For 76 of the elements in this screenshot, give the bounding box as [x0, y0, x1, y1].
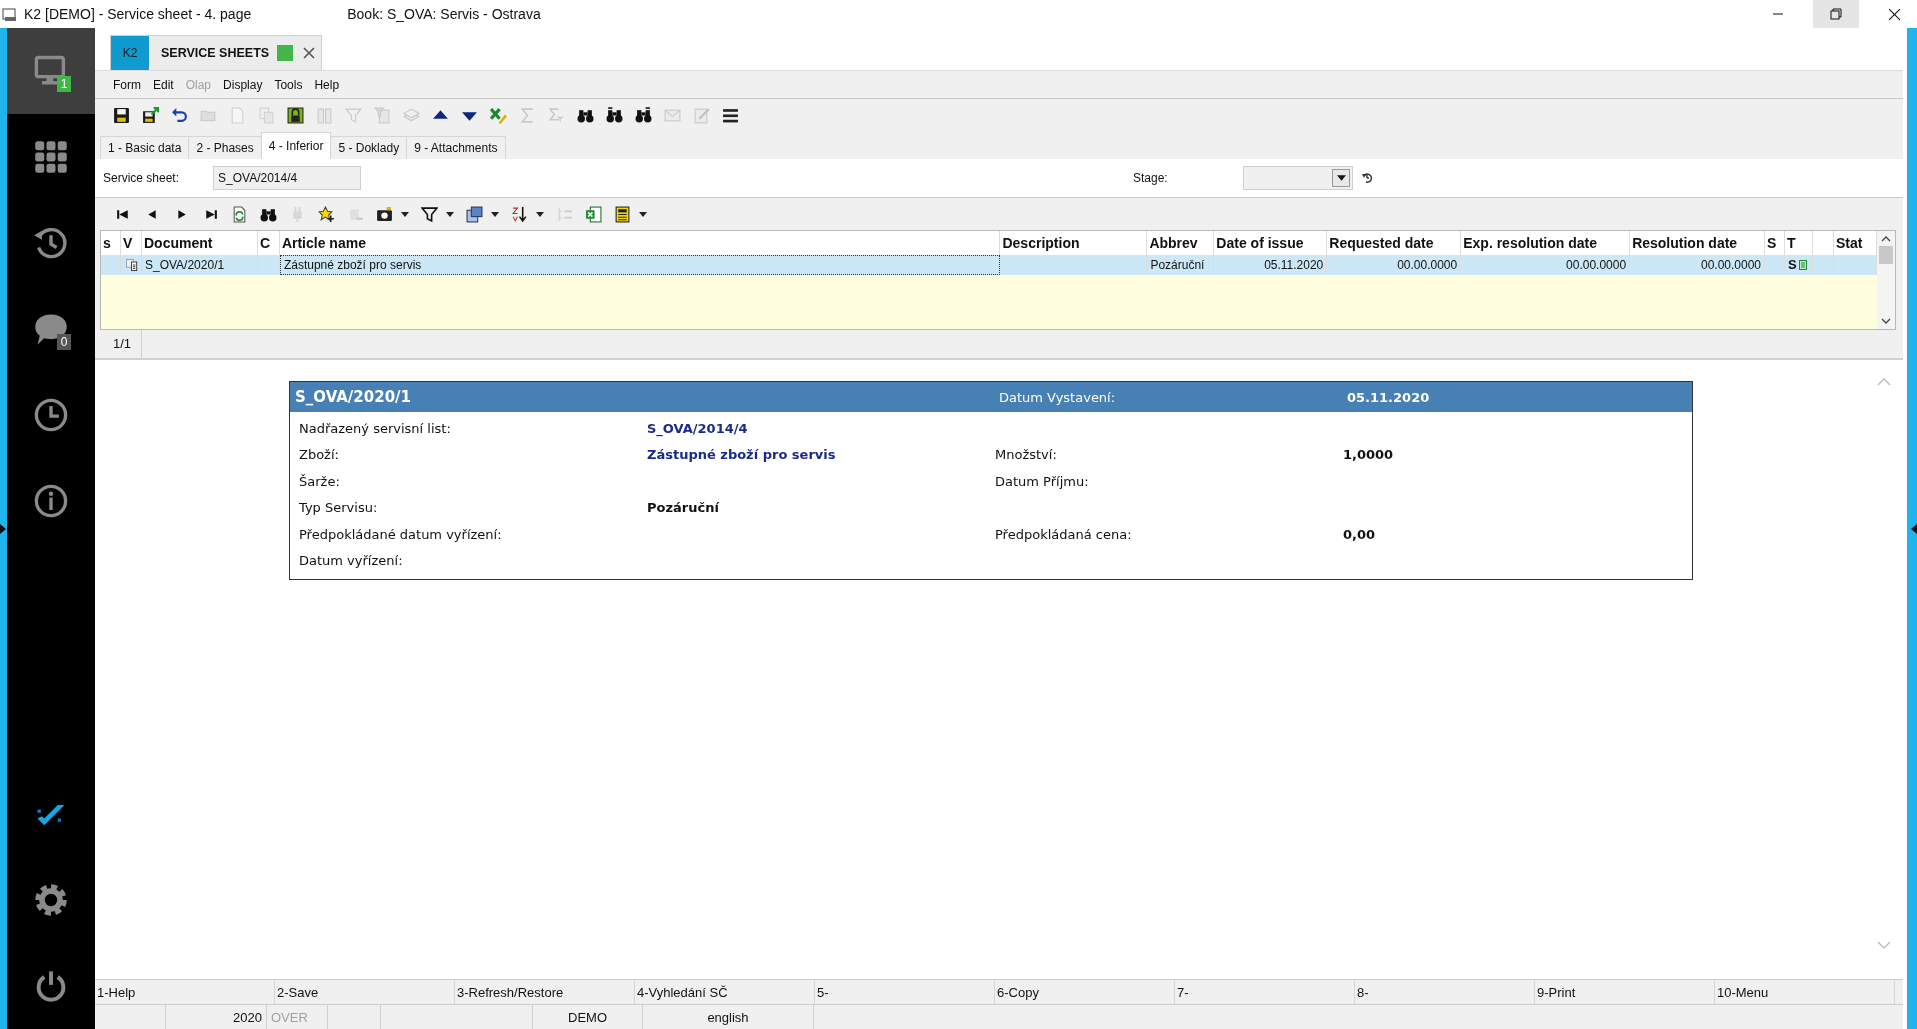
caret-icon[interactable]: [491, 211, 499, 217]
document-tab[interactable]: K2 SERVICE SHEETS: [110, 35, 323, 70]
caret-icon[interactable]: [446, 211, 454, 217]
tab[interactable]: 1 - Basic data: [100, 136, 190, 159]
caret-icon[interactable]: [401, 211, 409, 217]
book-title: Book: S_OVA: Servis - Ostrava: [347, 6, 541, 22]
history-icon: [33, 225, 69, 261]
menu-item[interactable]: Edit: [147, 77, 180, 92]
function-key[interactable]: 3-Refresh/Restore: [455, 980, 635, 1004]
function-key[interactable]: 1-Help: [95, 980, 275, 1004]
close-icon[interactable]: [303, 47, 316, 59]
sidebar-item[interactable]: 0: [7, 286, 95, 372]
menu-item[interactable]: Form: [107, 77, 147, 92]
collapse-arrow-icon[interactable]: [1911, 524, 1917, 534]
menu-item[interactable]: Help: [308, 77, 346, 92]
function-key[interactable]: 2-Save: [275, 980, 455, 1004]
field-label: Předpokládané datum vyřízení:: [299, 526, 502, 542]
function-key[interactable]: 9-Print: [1535, 980, 1715, 1004]
field-label: Service sheet:: [103, 171, 181, 185]
document-icon: [126, 258, 138, 272]
badge: 0: [57, 334, 71, 350]
window-title: K2 [DEMO] - Service sheet - 4. page: [24, 6, 252, 22]
function-key[interactable]: 10-Menu: [1715, 980, 1895, 1004]
info-icon: [33, 483, 69, 519]
field-label: Zboží:: [299, 447, 339, 463]
function-key[interactable]: 5-: [815, 980, 995, 1004]
field-value: 0,00: [1343, 526, 1376, 542]
tab-title: SERVICE SHEETS: [161, 46, 270, 60]
field-label: Šarže:: [299, 473, 340, 489]
field-label: Množství:: [995, 447, 1057, 463]
tab[interactable]: 4 - Inferior: [260, 132, 332, 159]
field-label: Datum Příjmu:: [995, 473, 1089, 489]
menu-item[interactable]: Display: [217, 77, 269, 92]
badge: 1: [57, 76, 71, 92]
function-key[interactable]: 6-Copy: [995, 980, 1175, 1004]
scroll-up-icon[interactable]: [1881, 236, 1891, 242]
scrollbar[interactable]: [1877, 231, 1895, 329]
chat-icon: [33, 311, 69, 347]
close-icon[interactable]: [1887, 7, 1901, 21]
link[interactable]: S_OVA/2014/4: [647, 420, 748, 436]
list-icon: [1798, 260, 1807, 270]
scroll-down-icon[interactable]: [1881, 318, 1891, 324]
function-key[interactable]: 8-: [1355, 980, 1535, 1004]
table-row[interactable]: S_OVA/2020/1 Zástupné zboží pro servis Pozáruční 05.11.2020 00.00.0000 00.00.0000 00.00.0000 S: [101, 255, 1877, 275]
field-value: Pozáruční: [647, 500, 719, 516]
card-title: S_OVA/2020/1: [295, 388, 412, 406]
function-key[interactable]: 7-: [1175, 980, 1355, 1004]
link[interactable]: Zástupné zboží pro servis: [647, 447, 836, 463]
field-value: 1,0000: [1343, 447, 1394, 463]
field-label: Datum Vystavení:: [999, 389, 1117, 405]
field-label: Předpokládaná cena:: [995, 526, 1132, 542]
expand-arrow-icon[interactable]: [0, 524, 6, 534]
app-badge: K2: [111, 36, 149, 70]
status-text: english: [706, 1009, 750, 1025]
field-label: Datum vyřízení:: [299, 553, 403, 569]
clock-icon: [33, 397, 69, 433]
status-text: 2020: [232, 1009, 263, 1025]
dropdown-arrow-icon[interactable]: [1336, 175, 1346, 181]
status-text: OVER: [270, 1009, 309, 1025]
table-cell-text: S: [1788, 256, 1797, 274]
field-label: Stage:: [1133, 171, 1169, 185]
record-counter: 1/1: [103, 330, 143, 358]
tab[interactable]: 9 - Attachments: [406, 136, 506, 159]
restore-icon[interactable]: [1830, 8, 1842, 20]
caret-icon[interactable]: [639, 211, 647, 217]
menu-item[interactable]: Tools: [268, 77, 309, 92]
field-value: 05.11.2020: [1347, 389, 1431, 405]
status-square-icon: [277, 45, 294, 61]
scroll-thumb[interactable]: [1879, 246, 1893, 264]
caret-icon[interactable]: [536, 211, 544, 217]
apps-grid-icon: [33, 139, 69, 175]
reset-icon[interactable]: [1361, 172, 1373, 184]
status-text: DEMO: [567, 1009, 608, 1025]
function-key[interactable]: 4-Vyhledání SČ: [635, 980, 815, 1004]
field-label: Typ Servisu:: [299, 500, 378, 516]
field-label: Nadřazený servisní list:: [299, 420, 451, 436]
